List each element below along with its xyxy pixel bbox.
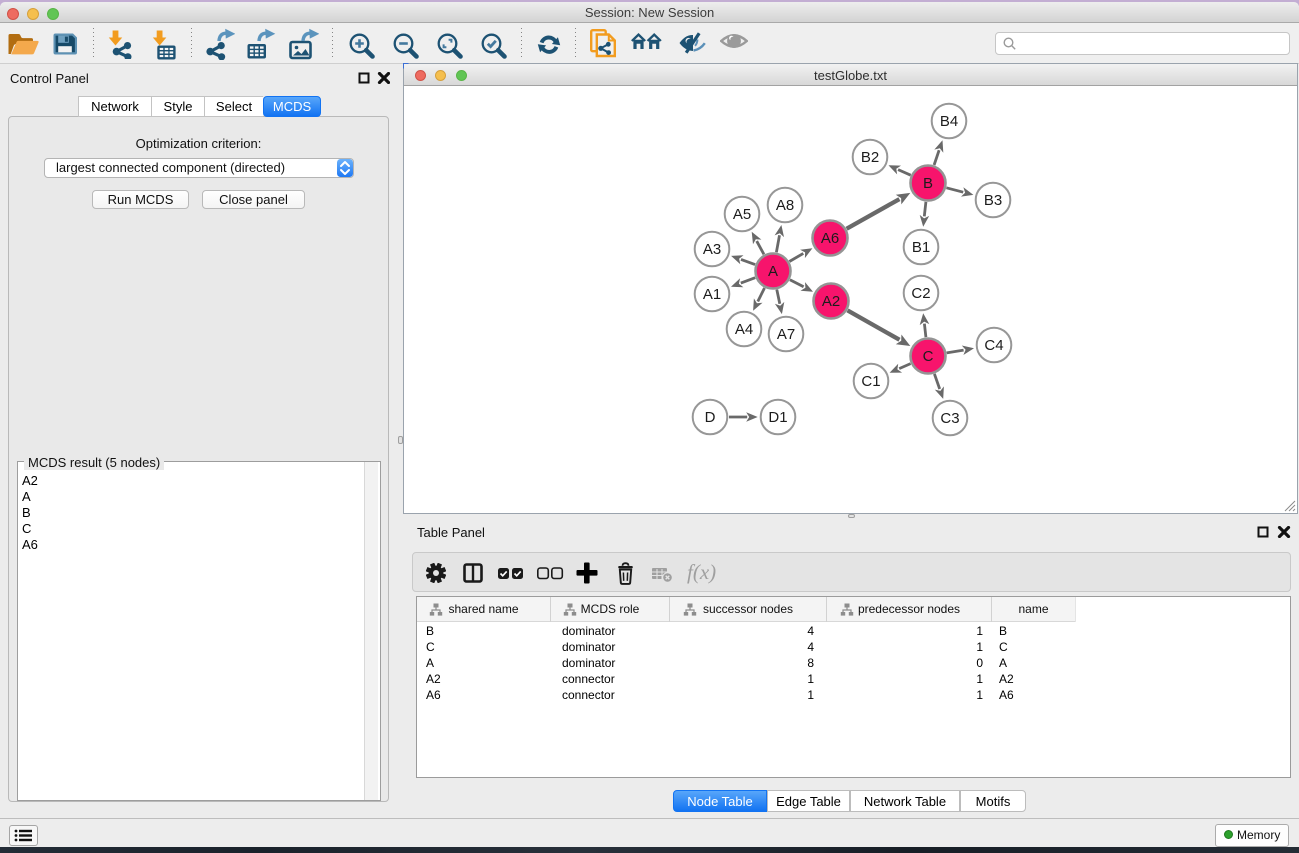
svg-text:C: C xyxy=(923,348,934,365)
svg-text:B2: B2 xyxy=(861,149,879,166)
svg-text:D: D xyxy=(705,409,716,426)
svg-text:A3: A3 xyxy=(703,241,721,258)
svg-text:B1: B1 xyxy=(912,239,930,256)
svg-text:A5: A5 xyxy=(733,206,751,223)
svg-text:B: B xyxy=(923,175,933,192)
svg-text:C2: C2 xyxy=(911,285,930,302)
svg-text:C1: C1 xyxy=(861,373,880,390)
svg-text:A8: A8 xyxy=(776,197,794,214)
svg-text:D1: D1 xyxy=(768,409,787,426)
svg-text:A: A xyxy=(768,263,778,280)
svg-text:B3: B3 xyxy=(984,192,1002,209)
svg-text:C3: C3 xyxy=(940,410,959,427)
svg-text:A6: A6 xyxy=(821,230,839,247)
svg-text:B4: B4 xyxy=(940,113,958,130)
svg-text:A7: A7 xyxy=(777,326,795,343)
svg-text:A4: A4 xyxy=(735,321,753,338)
svg-text:A1: A1 xyxy=(703,286,721,303)
svg-text:C4: C4 xyxy=(984,337,1003,354)
svg-text:A2: A2 xyxy=(822,293,840,310)
